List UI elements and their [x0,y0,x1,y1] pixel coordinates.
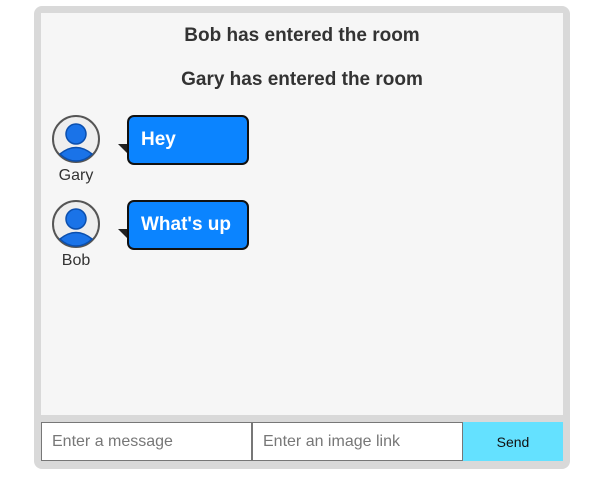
message-author: Bob [51,200,101,270]
image-link-input[interactable] [252,422,463,461]
chat-message: Bob What's up [41,200,563,280]
chat-window: Bob has entered the room Gary has entere… [34,6,570,469]
message-bubble: Hey [127,115,249,165]
message-author: Gary [51,115,101,185]
username: Gary [58,167,94,184]
system-message: Gary has entered the room [181,69,423,90]
chat-message: Gary Hey [41,115,563,195]
user-avatar-icon [52,115,100,163]
user-avatar-icon [52,200,100,248]
message-composer: Send [41,422,563,463]
system-message: Bob has entered the room [184,25,420,46]
send-button[interactable]: Send [463,422,563,461]
message-bubble: What's up [127,200,249,250]
chat-feed: Bob has entered the room Gary has entere… [41,13,563,415]
username: Bob [61,252,91,269]
message-input[interactable] [41,422,252,461]
